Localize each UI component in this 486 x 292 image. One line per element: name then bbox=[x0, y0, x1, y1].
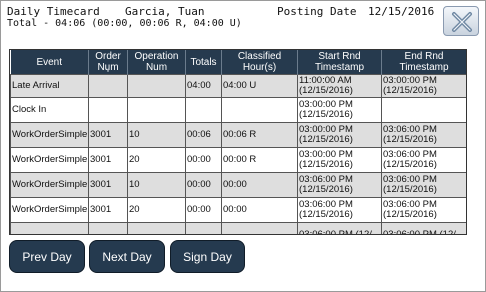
employee-name: Garcia, Tuan bbox=[125, 5, 205, 18]
column-header-order-num[interactable]: Order Num v bbox=[88, 50, 128, 75]
table-cell bbox=[381, 97, 466, 123]
table-cell: 00:00 bbox=[185, 197, 222, 223]
table-cell: 03:06:00 PM (12/ bbox=[381, 222, 466, 234]
table-cell: 3001 bbox=[88, 147, 128, 173]
table-cell: 00:06 R bbox=[221, 122, 298, 148]
column-header-end-timestamp[interactable]: End Rnd Timestamp bbox=[381, 50, 466, 75]
table-cell: 03:06:00 PM (12/15/2016) bbox=[381, 122, 466, 148]
table-cell bbox=[127, 97, 186, 123]
table-cell: 00:06 bbox=[185, 122, 222, 148]
table-cell bbox=[88, 97, 128, 123]
table-cell: 04:00 U bbox=[221, 74, 298, 98]
table-cell bbox=[221, 97, 298, 123]
table-cell bbox=[10, 222, 89, 234]
table-cell: 3001 bbox=[88, 122, 128, 148]
table-row[interactable]: WorkOrderSimple 3001 10 00:00 00:00 03:06:00 … bbox=[10, 172, 466, 198]
table-cell: 03:06:00 PM (12/15/2016) bbox=[297, 172, 382, 198]
table-cell: WorkOrderSimple bbox=[10, 122, 89, 148]
sign-day-button[interactable]: Sign Day bbox=[170, 240, 245, 273]
table-cell: 3001 bbox=[88, 172, 128, 198]
table-row[interactable]: WorkOrderSimple 3001 20 00:00 00:00 03:06:00 … bbox=[10, 197, 466, 223]
table-cell: 3001 bbox=[88, 197, 128, 223]
page-title: Daily Timecard bbox=[7, 5, 100, 18]
table-cell: 11:00:00 AM (12/15/2016) bbox=[297, 74, 382, 98]
table-cell: 03:06:00 PM (12/15/2016) bbox=[381, 172, 466, 198]
table-cell bbox=[88, 222, 128, 234]
posting-date: 12/15/2016 bbox=[368, 5, 435, 18]
table-cell bbox=[185, 222, 222, 234]
table-cell: 03:00:00 PM (12/15/2016) bbox=[297, 122, 382, 148]
table-cell: 03:06:00 PM (12/15/2016) bbox=[381, 147, 466, 173]
table-cell bbox=[221, 222, 298, 234]
column-header-start-timestamp[interactable]: Start Rnd Timestamp bbox=[297, 50, 382, 75]
next-day-button[interactable]: Next Day bbox=[89, 240, 165, 273]
table-cell: Late Arrival bbox=[10, 74, 89, 98]
table-cell bbox=[88, 74, 128, 98]
table-cell: 03:00:00 PM (12/15/2016) bbox=[381, 74, 466, 98]
table-cell: 00:00 bbox=[185, 172, 222, 198]
column-header-totals[interactable]: Totals bbox=[185, 50, 222, 75]
table-row[interactable]: Late Arrival 04:00 04:00 U 11:00:00 AM (12/… bbox=[10, 74, 466, 98]
table-header-row: Event Order Num v Operation Num Totals C… bbox=[10, 50, 466, 75]
table-row[interactable]: 03:06:00 PM (12/03:06:00 PM (12/ bbox=[10, 222, 466, 234]
table-cell: 10 bbox=[127, 122, 186, 148]
table-cell: Clock In bbox=[10, 97, 89, 123]
prev-day-button[interactable]: Prev Day bbox=[9, 240, 85, 273]
table-cell: 20 bbox=[127, 147, 186, 173]
table-cell bbox=[127, 222, 186, 234]
column-header-classified-hours[interactable]: Classified Hour(s) bbox=[221, 50, 298, 75]
timecard-table: Event Order Num v Operation Num Totals C… bbox=[9, 49, 467, 235]
table-cell: 20 bbox=[127, 197, 186, 223]
table-row[interactable]: WorkOrderSimple 3001 10 00:06 00:06 R 03:00:0… bbox=[10, 122, 466, 148]
table-cell: 00:00 R bbox=[221, 147, 298, 173]
column-header-operation-num[interactable]: Operation Num bbox=[127, 50, 186, 75]
table-cell: WorkOrderSimple bbox=[10, 172, 89, 198]
table-cell: 00:00 bbox=[221, 197, 298, 223]
table-cell bbox=[127, 74, 186, 98]
timecard-window: Daily Timecard Garcia, Tuan Posting Date… bbox=[0, 0, 486, 292]
table-cell: 00:00 bbox=[185, 147, 222, 173]
table-cell: WorkOrderSimple bbox=[10, 197, 89, 223]
table-cell: 03:00:00 PM (12/15/2016) bbox=[297, 147, 382, 173]
table-row[interactable]: WorkOrderSimple 3001 20 00:00 00:00 R 03:00:0… bbox=[10, 147, 466, 173]
column-header-event[interactable]: Event bbox=[10, 50, 89, 75]
table-row[interactable]: Clock In 03:00:00 PM (12/15/2016) bbox=[10, 97, 466, 123]
table-cell: 00:00 bbox=[221, 172, 298, 198]
table-cell: WorkOrderSimple bbox=[10, 147, 89, 173]
table-cell bbox=[185, 97, 222, 123]
table-cell: 03:06:00 PM (12/15/2016) bbox=[381, 197, 466, 223]
posting-date-label: Posting Date bbox=[277, 5, 357, 18]
table-cell: 03:06:00 PM (12/15/2016) bbox=[297, 197, 382, 223]
table-cell: 03:06:00 PM (12/ bbox=[297, 222, 382, 234]
table-cell: 04:00 bbox=[185, 74, 222, 98]
table-cell: 03:00:00 PM (12/15/2016) bbox=[297, 97, 382, 123]
table-cell: 10 bbox=[127, 172, 186, 198]
totals-summary: Total - 04:06 (00:00, 00:06 R, 04:00 U) bbox=[7, 18, 242, 29]
close-x-icon bbox=[452, 12, 472, 32]
close-button[interactable] bbox=[443, 6, 479, 36]
sort-down-icon: v bbox=[106, 68, 110, 74]
